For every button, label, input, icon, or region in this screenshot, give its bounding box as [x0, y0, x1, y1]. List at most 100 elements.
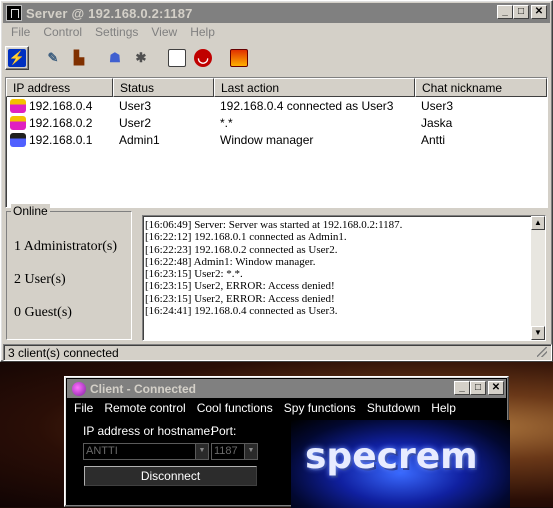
log-line: [16:24:41] 192.168.0.4 connected as User… — [145, 305, 338, 318]
user-icon — [10, 115, 26, 130]
window-button[interactable] — [165, 46, 189, 70]
server-toolbar: ⚡ ✎ ▙ ☗ ✱ ◡ — [5, 43, 251, 73]
arrow-down-icon: ▼ — [534, 328, 542, 337]
logo-text: specrem — [305, 436, 478, 477]
disconnect-button[interactable]: Disconnect — [84, 466, 257, 486]
mouth-icon: ◡ — [194, 49, 212, 67]
screen-button[interactable] — [227, 46, 251, 70]
client-menu-cool-functions[interactable]: Cool functions — [192, 401, 279, 415]
col-last-action[interactable]: Last action — [214, 78, 415, 97]
log-line: [16:23:15] User2, ERROR: Access denied! — [145, 280, 335, 293]
host-label: IP address or hostname: — [83, 424, 214, 438]
client-menu-remote-control[interactable]: Remote control — [99, 401, 191, 415]
log-line: [16:23:15] User2, ERROR: Access denied! — [145, 292, 335, 305]
clients-list-header: IP address Status Last action Chat nickn… — [6, 78, 547, 97]
menu-view[interactable]: View — [145, 25, 184, 39]
specrem-logo: specrem — [291, 420, 510, 508]
log-line: [16:23:15] User2: *.*. — [145, 268, 243, 281]
boot-icon: ▙ — [70, 49, 88, 67]
client-close-button[interactable]: ✕ — [488, 381, 504, 395]
menu-settings[interactable]: Settings — [89, 25, 145, 39]
cell-last-action: Window manager — [220, 132, 314, 147]
server-title-bar[interactable]: Server @ 192.168.0.2:1187 _ □ ✕ — [3, 3, 550, 23]
mouth-button[interactable]: ◡ — [191, 46, 215, 70]
client-maximize-button[interactable]: □ — [470, 381, 486, 395]
client-menu-help[interactable]: Help — [426, 401, 462, 415]
close-button[interactable]: ✕ — [531, 5, 547, 19]
users-icon: ☗ — [109, 50, 121, 65]
client-menu-file[interactable]: File — [69, 401, 99, 415]
port-value: 1187 — [214, 445, 238, 457]
port-dropdown-button[interactable]: ▼ — [244, 444, 257, 459]
log-line: [16:22:23] 192.168.0.2 connected as User… — [145, 243, 338, 256]
admin-icon — [10, 132, 26, 147]
window-icon — [168, 49, 186, 67]
server-window: Server @ 192.168.0.2:1187 _ □ ✕ File Con… — [0, 0, 553, 362]
log-line: [16:06:49] Server: Server was started at… — [145, 219, 403, 231]
wand-button[interactable]: ✱ — [129, 46, 153, 70]
port-label: Port: — [211, 424, 237, 438]
cell-ip: 192.168.0.4 — [29, 98, 93, 113]
server-menu-bar: File Control Settings View Help — [5, 25, 222, 39]
maximize-icon: □ — [517, 6, 525, 17]
table-row[interactable]: 192.168.0.2 User2 *.* Jaska — [6, 114, 547, 131]
client-minimize-button[interactable]: _ — [454, 381, 470, 395]
cell-status: User3 — [119, 98, 152, 113]
administrators-count: 1 Administrator(s) — [14, 239, 118, 254]
col-status[interactable]: Status — [113, 78, 214, 97]
cell-status: Admin1 — [119, 132, 160, 147]
host-dropdown-button[interactable]: ▼ — [195, 444, 208, 459]
port-combobox[interactable]: 1187 ▼ — [211, 443, 258, 460]
log-line: [16:22:48] Admin1: Window manager. — [145, 255, 316, 268]
log-line: [16:22:12] 192.168.0.1 connected as Admi… — [145, 231, 347, 244]
server-window-title: Server @ 192.168.0.2:1187 — [26, 5, 193, 21]
table-row[interactable]: 192.168.0.1 Admin1 Window manager Antti — [6, 131, 547, 148]
user-icon — [10, 98, 26, 113]
host-combobox[interactable]: ANTTI ▼ — [83, 443, 209, 460]
status-bar: 3 client(s) connected — [3, 344, 552, 361]
maximize-button[interactable]: □ — [513, 5, 529, 19]
server-log[interactable]: [16:06:49] Server: Server was started at… — [142, 215, 546, 341]
cell-status: User2 — [119, 115, 152, 130]
arrow-up-icon: ▲ — [534, 218, 542, 227]
client-menu-spy-functions[interactable]: Spy functions — [279, 401, 362, 415]
users-button[interactable]: ☗ — [103, 46, 127, 70]
menu-help[interactable]: Help — [184, 25, 222, 39]
server-app-icon[interactable] — [6, 5, 22, 21]
tools-button[interactable]: ✎ — [41, 46, 65, 70]
col-ip-address[interactable]: IP address — [6, 78, 113, 97]
client-title-bar[interactable]: Client - Connected _ □ ✕ — [67, 379, 506, 398]
cell-ip: 192.168.0.2 — [29, 115, 93, 130]
client-menu-shutdown[interactable]: Shutdown — [362, 401, 426, 415]
cell-ip: 192.168.0.1 — [29, 132, 93, 147]
chevron-down-icon: ▼ — [198, 447, 206, 454]
cell-nickname: Jaska — [421, 115, 453, 130]
menu-control[interactable]: Control — [37, 25, 89, 39]
online-legend: Online — [11, 204, 50, 218]
menu-file[interactable]: File — [5, 25, 37, 39]
client-window: Client - Connected _ □ ✕ File Remote con… — [64, 376, 510, 508]
connect-button[interactable]: ⚡ — [5, 46, 29, 70]
scroll-up-button[interactable]: ▲ — [531, 216, 545, 230]
resize-grip-icon[interactable] — [537, 347, 547, 357]
guests-count: 0 Guest(s) — [14, 305, 72, 320]
table-row[interactable]: 192.168.0.4 User3 192.168.0.4 connected … — [6, 97, 547, 114]
screen-icon — [230, 49, 248, 67]
minimize-button[interactable]: _ — [497, 5, 513, 19]
minimize-icon: _ — [459, 382, 465, 393]
users-count: 2 User(s) — [14, 272, 66, 287]
scroll-down-button[interactable]: ▼ — [531, 326, 545, 340]
tools-icon: ✎ — [47, 50, 59, 65]
wand-icon: ✱ — [135, 50, 147, 65]
status-text: 3 client(s) connected — [8, 346, 119, 360]
col-chat-nickname[interactable]: Chat nickname — [415, 78, 547, 97]
boot-button[interactable]: ▙ — [67, 46, 91, 70]
cell-nickname: User3 — [421, 98, 454, 113]
client-window-title: Client - Connected — [90, 381, 197, 396]
clients-list[interactable]: IP address Status Last action Chat nickn… — [5, 77, 548, 208]
connect-icon: ⚡ — [8, 49, 26, 67]
close-icon: ✕ — [534, 6, 544, 17]
chevron-down-icon: ▼ — [247, 447, 255, 454]
client-app-icon[interactable] — [72, 381, 86, 396]
log-scrollbar[interactable]: ▲ ▼ — [531, 216, 545, 340]
